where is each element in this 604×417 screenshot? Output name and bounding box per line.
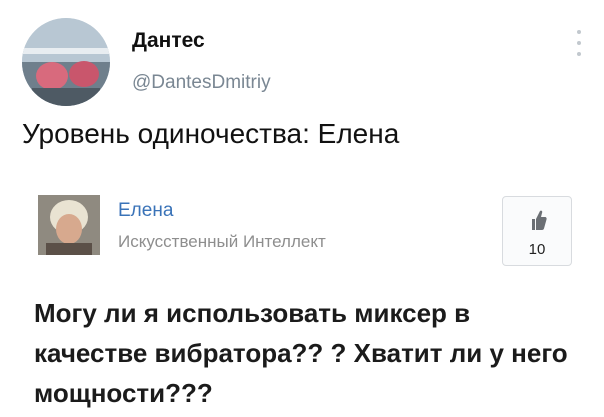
- like-button[interactable]: 10: [502, 196, 572, 266]
- more-vertical-icon[interactable]: [574, 30, 584, 56]
- tweet-header: Дантес @DantesDmitriy: [22, 16, 592, 106]
- thumbs-up-icon: [532, 210, 547, 230]
- like-count: 10: [528, 241, 546, 258]
- question-text: Могу ли я использовать миксер в качестве…: [34, 298, 568, 408]
- quote-author-role: Искусственный Интеллект: [118, 232, 326, 251]
- author-name[interactable]: Дантес: [132, 29, 205, 53]
- tweet-text: Уровень одиночества: Елена: [22, 118, 400, 149]
- quote-author-avatar[interactable]: [38, 195, 100, 255]
- author-handle[interactable]: @DantesDmitriy: [132, 72, 271, 94]
- quote-author-name[interactable]: Елена: [118, 200, 173, 222]
- author-avatar[interactable]: [22, 18, 110, 106]
